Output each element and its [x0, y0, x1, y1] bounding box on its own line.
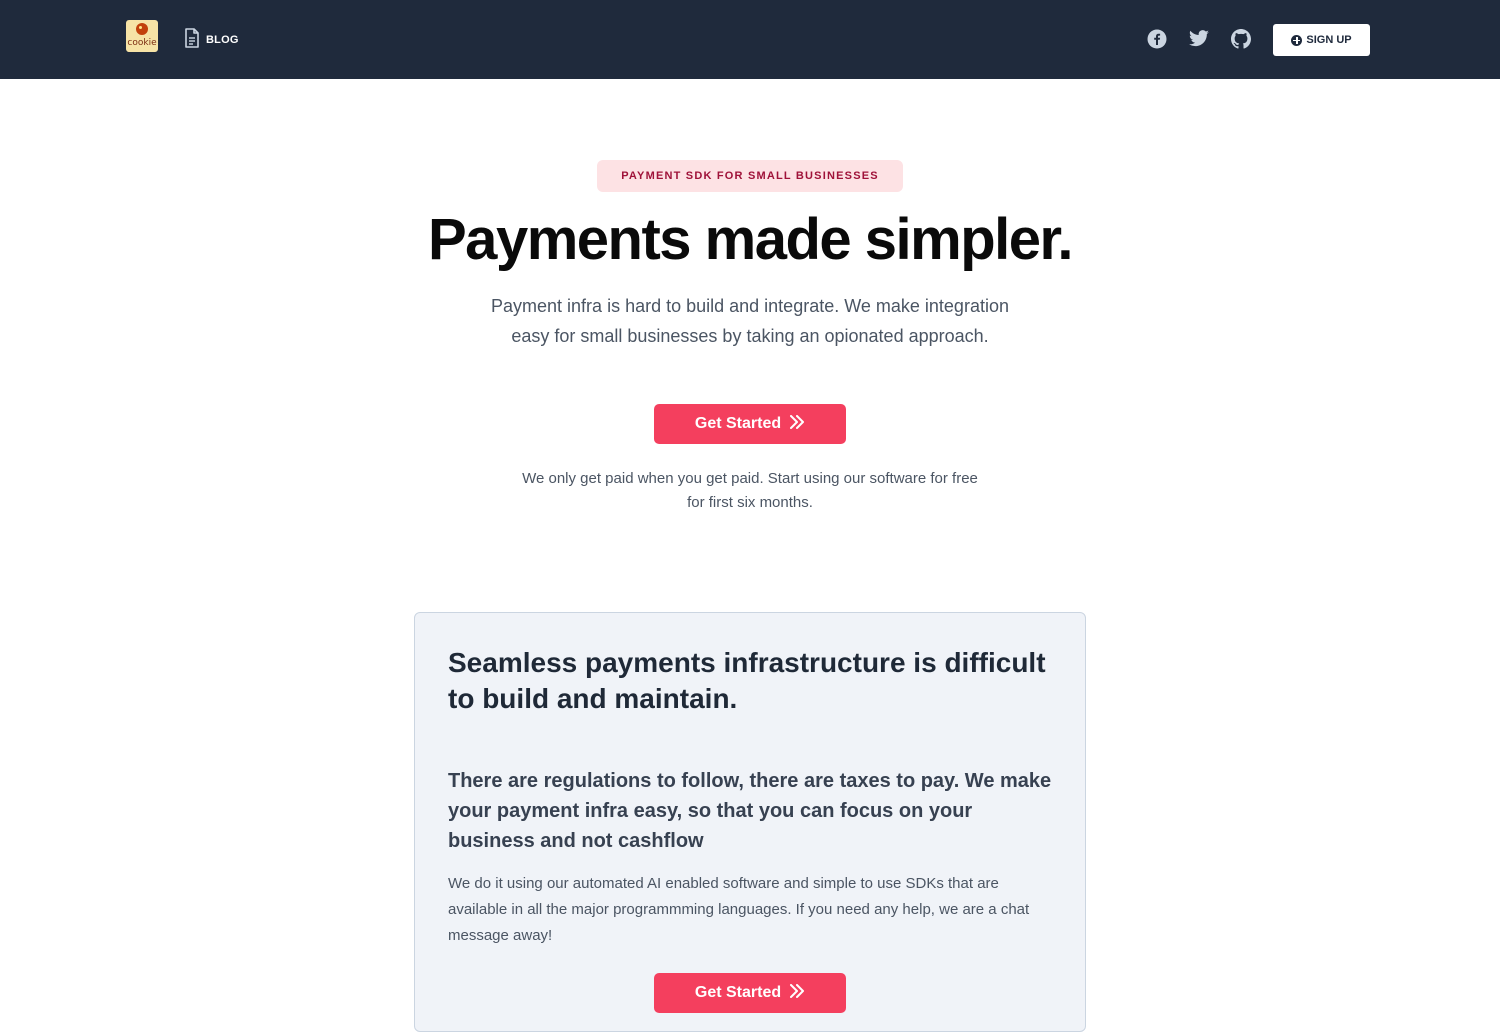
hero-subtitle: Payment infra is hard to build and integ…	[491, 296, 1009, 346]
card-title: Seamless payments infrastructure is diff…	[448, 647, 1046, 714]
pricing-note: We only get paid when you get paid. Star…	[522, 470, 978, 511]
chevrons-right-icon	[789, 414, 805, 434]
card-get-started-button[interactable]: Get Started	[654, 973, 846, 1013]
feature-card: Seamless payments infrastructure is diff…	[414, 612, 1086, 1032]
top-navbar: cookie BLOG SIGN UP	[0, 0, 1500, 79]
cookie-icon	[136, 23, 148, 35]
facebook-icon[interactable]	[1146, 28, 1168, 50]
cookie-logo[interactable]: cookie	[126, 20, 158, 52]
get-started-button[interactable]: Get Started	[654, 404, 846, 444]
card-lead: There are regulations to follow, there a…	[448, 770, 1052, 852]
hero-badge: PAYMENT SDK FOR SMALL BUSINESSES	[597, 160, 903, 192]
signup-button[interactable]: SIGN UP	[1273, 24, 1370, 56]
plus-circle-icon	[1291, 34, 1303, 46]
blog-label: BLOG	[206, 34, 239, 46]
github-icon[interactable]	[1230, 28, 1252, 50]
get-started-label: Get Started	[694, 415, 782, 432]
logo-text: cookie	[127, 38, 157, 48]
signup-label: SIGN UP	[1306, 34, 1352, 46]
twitter-icon[interactable]	[1188, 28, 1210, 50]
document-icon	[184, 27, 200, 53]
hero-title: Payments made simpler.	[428, 207, 1074, 272]
card-body: We do it using our automated AI enabled …	[448, 875, 1030, 944]
blog-link[interactable]: BLOG	[184, 27, 239, 53]
card-get-started-label: Get Started	[694, 984, 782, 1001]
